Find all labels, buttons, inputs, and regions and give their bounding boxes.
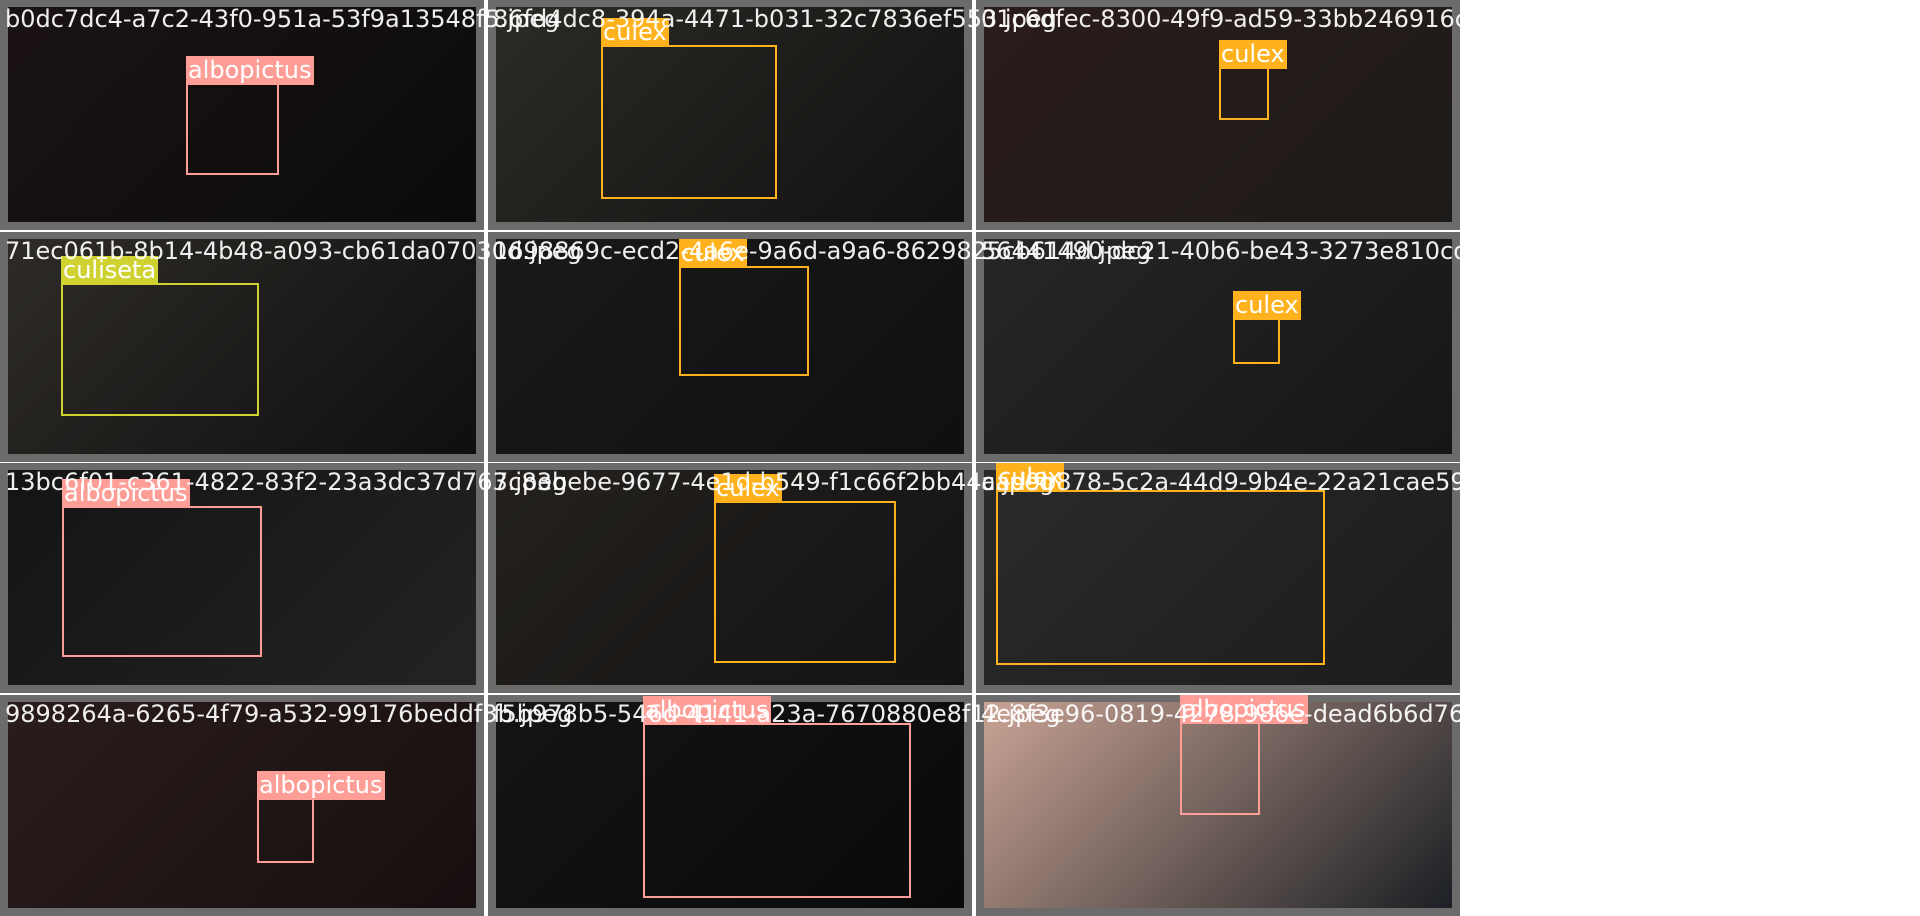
detection-box: culex: [996, 463, 1325, 665]
prediction-grid: albopictus culex culex culiseta culex culex al…: [0, 0, 1920, 916]
image-filename: f5b978b5-546d-4141-a23a-7670880e8f12.jpe…: [493, 700, 1061, 728]
mosquito-photo: [8, 702, 476, 908]
detection-box: albopictus: [257, 771, 385, 863]
image-filename: b0dc7dc4-a7c2-43f0-951a-53f9a13548f5.jpe…: [5, 5, 560, 33]
detection-label: culex: [1233, 291, 1301, 320]
image-tile[interactable]: [0, 695, 484, 916]
detection-box: albopictus: [62, 479, 262, 657]
image-filename: 56441490-dc21-40b6-be43-3273e810cd3d.jpe…: [981, 237, 1559, 265]
image-filename: 01c6dfec-8300-49f9-ad59-33bb246916c0.jpe…: [981, 5, 1543, 33]
detection-box: culex: [601, 18, 777, 199]
detection-box: culex: [714, 474, 896, 663]
detection-label: albopictus: [257, 771, 385, 800]
detection-box: culex: [1233, 291, 1301, 364]
image-filename: 13bc6f01-c361-4822-83f2-23a3dc37d763.jpe…: [5, 468, 568, 496]
detection-box: albopictus: [643, 696, 911, 898]
image-filename: 7c83bebe-9677-4e1d-b549-f1c66f2bb44c.jpe…: [493, 468, 1055, 496]
image-tile[interactable]: [976, 0, 1460, 230]
mosquito-photo: [984, 239, 1452, 454]
mosquito-photo: [984, 7, 1452, 222]
detection-box: albopictus: [186, 56, 314, 175]
image-filename: 9898264a-6265-4f79-a532-99176beddf3b.jpe…: [5, 700, 573, 728]
image-filename: 86fd4dc8-394a-4471-b031-32c7836ef553.jpe…: [493, 5, 1057, 33]
detection-label: culex: [1219, 40, 1287, 69]
detection-label: albopictus: [186, 56, 314, 85]
image-filename: aad9b878-5c2a-44d9-9b4e-22a21cae59c7.jpe…: [981, 468, 1554, 496]
detection-box: culex: [1219, 40, 1287, 120]
image-filename: 4e8f3e96-0819-4278-986e-dead6b6d7609.jpe…: [981, 700, 1555, 728]
detection-box: culex: [679, 239, 809, 376]
detection-box: albopictus: [1180, 695, 1308, 815]
detection-box: culiseta: [61, 256, 259, 416]
image-tile[interactable]: [976, 232, 1460, 462]
